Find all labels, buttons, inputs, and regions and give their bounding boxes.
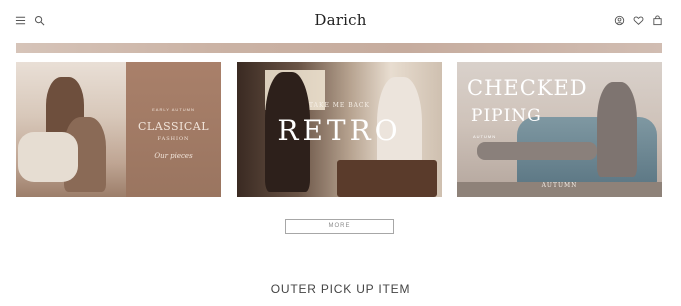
model-figure: [597, 82, 637, 177]
table: [337, 160, 437, 197]
banner-retro-title: RETRO: [277, 114, 402, 147]
banner-retro-small: TAKE ME BACK: [308, 102, 371, 109]
banner-checked-subtitle: AUTUMN: [473, 134, 497, 139]
section-title: OUTER PICK UP ITEM: [270, 282, 411, 296]
banner-piping-title: PIPING: [471, 106, 542, 126]
banner-retro[interactable]: TAKE ME BACK RETRO: [237, 62, 442, 197]
banner-checked-piping[interactable]: CHECKED PIPING AUTUMN AUTUMN: [457, 62, 662, 197]
user-icon[interactable]: [614, 15, 625, 26]
site-header: Darich: [0, 0, 681, 42]
banner-classical[interactable]: EARLY AUTUMN CLASSICAL FASHION Our piece…: [16, 62, 221, 197]
model-legs: [477, 142, 597, 160]
banner-classical-script: Our pieces: [154, 152, 193, 160]
site-logo[interactable]: Darich: [0, 11, 681, 29]
banner-classical-subtitle: FASHION: [157, 136, 190, 142]
hero-band: [16, 43, 662, 53]
header-right-tools: [614, 15, 663, 26]
bag-icon[interactable]: [652, 15, 663, 26]
banner-classical-photo: [16, 62, 126, 197]
armchair: [18, 132, 78, 182]
heart-icon[interactable]: [633, 15, 644, 26]
banner-checked-title: CHECKED: [467, 76, 588, 100]
banner-classical-title: CLASSICAL: [137, 120, 210, 133]
banner-checked-footer: AUTUMN: [541, 182, 578, 189]
more-button[interactable]: MORE: [285, 219, 394, 234]
banner-classical-small: EARLY AUTUMN: [152, 107, 195, 112]
